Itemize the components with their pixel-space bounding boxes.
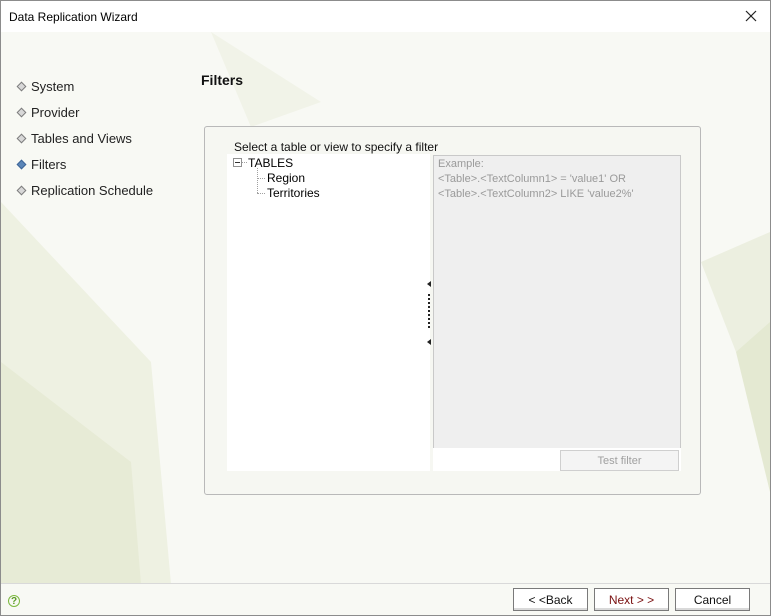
panel-splitter[interactable]	[425, 277, 433, 349]
step-system[interactable]: System	[16, 73, 153, 99]
diamond-bullet-icon	[16, 185, 27, 195]
step-label: System	[31, 78, 75, 94]
tree-node-tables[interactable]: TABLES	[248, 156, 293, 170]
diamond-bullet-icon	[16, 133, 27, 143]
step-label: Replication Schedule	[31, 182, 154, 198]
filter-expression-editor[interactable]: Example: <Table>.<TextColumn1> = 'value1…	[433, 155, 681, 449]
wizard-steps: System Provider Tables and Views Filters…	[16, 73, 154, 203]
help-icon[interactable]: ?	[8, 595, 20, 607]
step-label: Tables and Views	[31, 130, 132, 146]
step-label: Filters	[31, 156, 67, 172]
step-provider[interactable]: Provider	[16, 99, 153, 125]
step-tables-and-views[interactable]: Tables and Views	[16, 125, 153, 151]
filter-example-line: <Table>.<TextColumn2> LIKE 'value2%'	[438, 188, 634, 200]
table-tree	[227, 154, 430, 471]
close-icon	[745, 10, 757, 22]
splitter-grip-icon	[427, 281, 431, 345]
diamond-bullet-icon	[16, 107, 27, 117]
filter-example-line: Example:	[438, 158, 484, 170]
diamond-bullet-icon	[16, 159, 27, 169]
diamond-bullet-icon	[16, 81, 27, 91]
wizard-window: Data Replication Wizard System Provider …	[0, 0, 771, 616]
back-button[interactable]: < <Back	[513, 588, 588, 611]
step-label: Provider	[31, 104, 80, 120]
instruction-label: Select a table or view to specify a filt…	[234, 140, 439, 154]
filter-example-line: <Table>.<TextColumn1> = 'value1' OR	[438, 173, 626, 185]
tree-connector	[257, 168, 258, 193]
window-title: Data Replication Wizard	[9, 10, 138, 24]
tree-node-territories[interactable]: Territories	[267, 186, 320, 200]
tree-connector	[257, 193, 265, 194]
close-button[interactable]	[736, 2, 766, 30]
page-title: Filters	[201, 72, 244, 88]
next-button[interactable]: Next > >	[594, 588, 669, 611]
tree-connector	[257, 178, 265, 179]
title-bar: Data Replication Wizard	[1, 1, 770, 32]
cancel-button[interactable]: Cancel	[675, 588, 750, 611]
tree-connector	[242, 162, 247, 163]
collapse-icon[interactable]	[233, 158, 242, 167]
test-filter-button: Test filter	[560, 450, 679, 471]
step-filters[interactable]: Filters	[16, 151, 153, 177]
tree-node-region[interactable]: Region	[267, 171, 305, 185]
step-replication-schedule[interactable]: Replication Schedule	[16, 177, 154, 203]
